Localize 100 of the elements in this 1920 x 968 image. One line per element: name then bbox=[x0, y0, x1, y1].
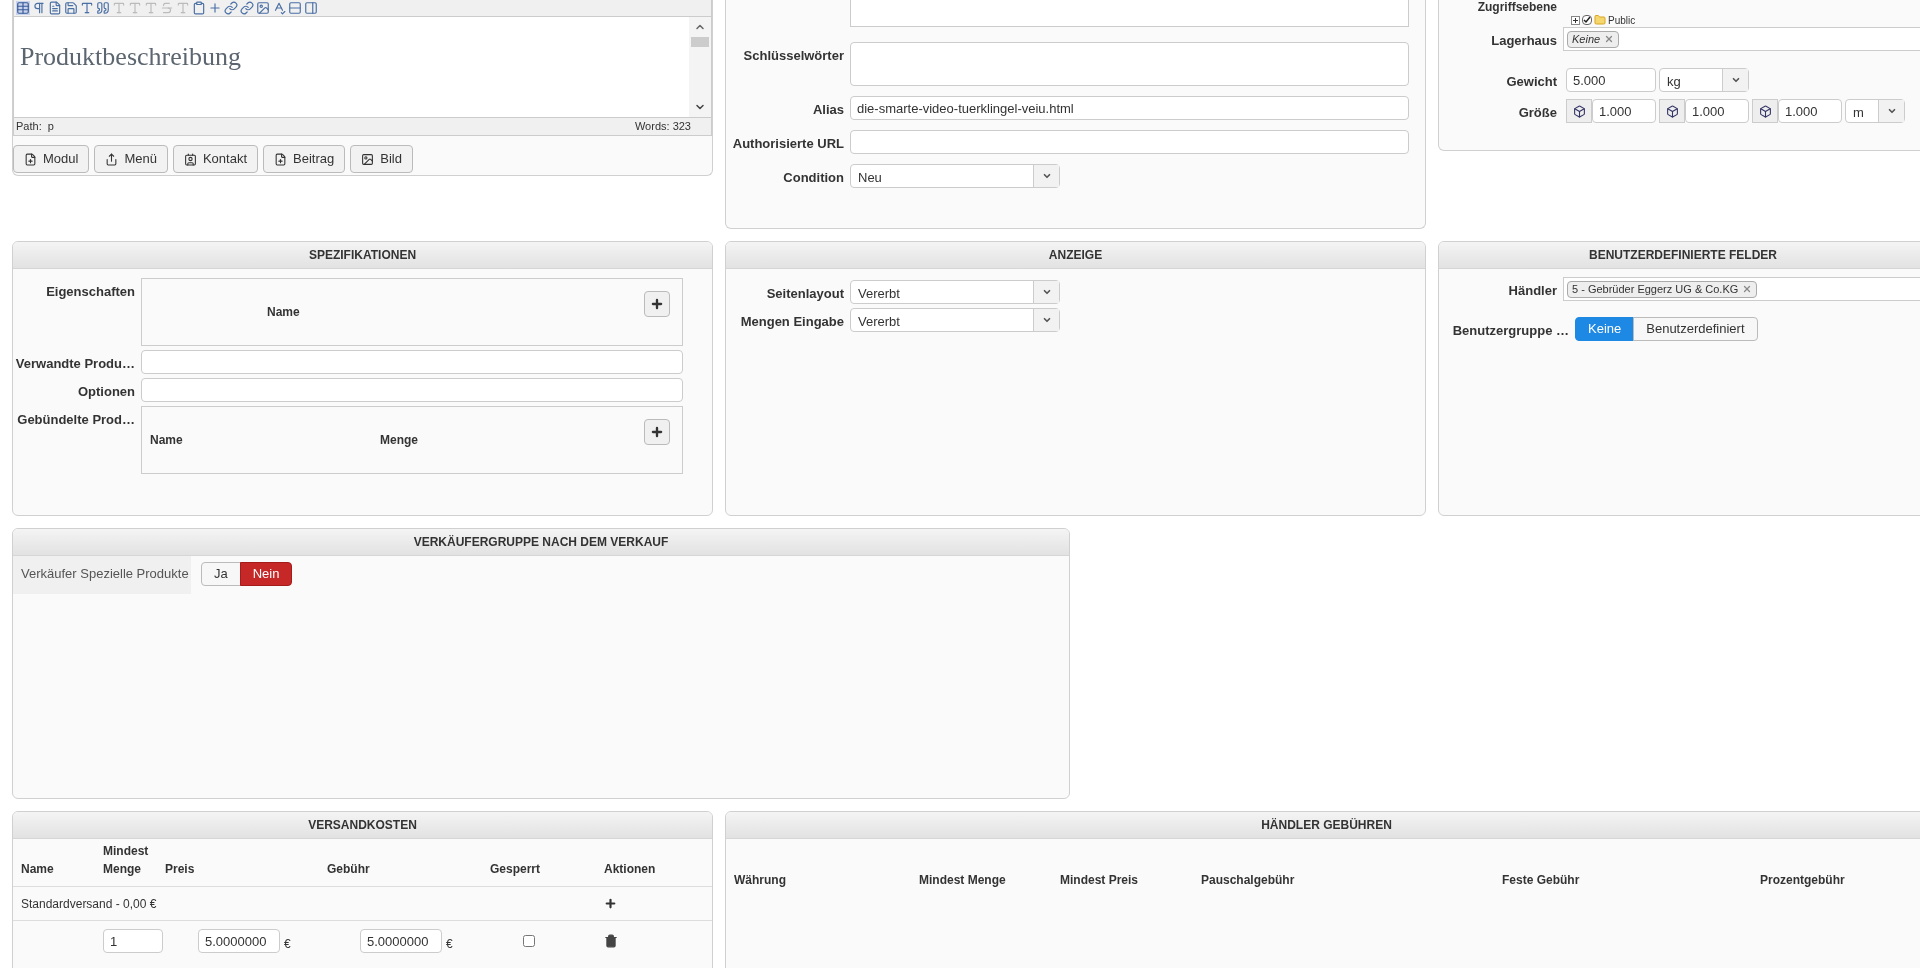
toolbar-icon[interactable] bbox=[32, 1, 46, 15]
field-label: Alias bbox=[811, 101, 845, 119]
toggle-option[interactable]: Benutzerdefiniert bbox=[1633, 317, 1758, 341]
field-label: Lagerhaus bbox=[1490, 32, 1558, 50]
column-header: Aktionen bbox=[604, 861, 657, 878]
toolbar-icon[interactable] bbox=[96, 1, 110, 15]
tag: Keine bbox=[1567, 30, 1620, 48]
caret-icon bbox=[1886, 106, 1897, 116]
check-icon bbox=[1583, 16, 1591, 24]
input-field[interactable]: 5.0000000 bbox=[198, 929, 280, 953]
toggle-option[interactable]: Ja bbox=[201, 562, 241, 586]
column-header: Mindest Preis bbox=[1060, 872, 1140, 889]
field-label: Verkäufer Spezielle Produkte bbox=[13, 556, 191, 594]
trash-icon[interactable] bbox=[604, 934, 618, 948]
plus-icon bbox=[650, 425, 664, 439]
column-header: Mindest Menge bbox=[103, 843, 150, 878]
select-field[interactable]: kg bbox=[1659, 68, 1749, 92]
toolbar-icon[interactable] bbox=[272, 1, 286, 15]
insert-button[interactable]: Kontakt bbox=[172, 145, 259, 173]
toolbar-icon[interactable] bbox=[224, 1, 238, 15]
field-label: Authorisierte URL bbox=[731, 135, 845, 153]
tree-checkbox[interactable] bbox=[1582, 15, 1592, 25]
select-field[interactable]: Vererbt bbox=[850, 280, 1060, 304]
add-button[interactable] bbox=[644, 419, 670, 445]
column-header: Menge bbox=[380, 432, 418, 449]
toggle-option[interactable]: Keine bbox=[1575, 317, 1635, 341]
toolbar-icon[interactable] bbox=[288, 1, 302, 15]
panel-header: HÄNDLER GEBÜHREN bbox=[726, 812, 1920, 839]
column-header: Gebühr bbox=[327, 861, 371, 878]
folder-icon bbox=[1594, 14, 1606, 26]
word-count: Words: 323 bbox=[634, 119, 691, 135]
field-label: Eigenschaften bbox=[45, 283, 136, 301]
column-header: Pauschalgebühr bbox=[1201, 872, 1296, 889]
button-icon bbox=[361, 152, 375, 166]
column-header: Mindest Menge bbox=[919, 872, 1007, 889]
input-field[interactable]: 5.0000000 bbox=[360, 929, 442, 953]
insert-button[interactable]: Modul bbox=[13, 145, 90, 173]
tree-label[interactable]: Public bbox=[1608, 12, 1636, 28]
path-value: p bbox=[47, 119, 54, 135]
select-field[interactable]: Neu bbox=[850, 164, 1060, 188]
tag-field[interactable]: Keine bbox=[1563, 27, 1920, 51]
scrollbar[interactable] bbox=[689, 17, 711, 117]
textarea-field[interactable] bbox=[850, 0, 1409, 27]
field-label: Condition bbox=[782, 169, 845, 187]
remove-icon[interactable] bbox=[1604, 34, 1615, 44]
input-field[interactable]: 1.000 bbox=[1592, 99, 1656, 123]
currency: € bbox=[446, 936, 453, 953]
toggle-option[interactable]: Nein bbox=[239, 562, 293, 586]
input-field[interactable]: 1 bbox=[103, 929, 163, 953]
add-icon[interactable] bbox=[604, 897, 617, 910]
input-field[interactable]: 1.000 bbox=[1685, 99, 1749, 123]
input-field[interactable] bbox=[850, 130, 1409, 154]
select-field[interactable]: Vererbt bbox=[850, 308, 1060, 332]
caret-icon bbox=[1041, 287, 1052, 297]
field-label: Mengen Eingabe bbox=[739, 313, 845, 331]
expand-icon[interactable] bbox=[1571, 15, 1580, 25]
remove-icon[interactable] bbox=[1742, 284, 1753, 294]
column-header: Name bbox=[21, 861, 55, 878]
input-field[interactable]: 5.000 bbox=[1566, 68, 1656, 92]
input-field[interactable]: 1.000 bbox=[1778, 99, 1842, 123]
input-field[interactable]: die-smarte-video-tuerklingel-veiu.html bbox=[850, 96, 1409, 120]
toolbar-icon[interactable] bbox=[304, 1, 318, 15]
column-header: Preis bbox=[165, 861, 196, 878]
toolbar-icon[interactable] bbox=[256, 1, 270, 15]
cube-icon bbox=[1758, 104, 1772, 118]
toolbar-icon[interactable] bbox=[80, 1, 94, 15]
column-header: Gesperrt bbox=[490, 861, 542, 878]
input-field[interactable] bbox=[141, 350, 683, 374]
select-field[interactable]: m bbox=[1845, 99, 1905, 123]
column-header: Feste Gebühr bbox=[1502, 872, 1581, 889]
scrollbar-thumb[interactable] bbox=[691, 37, 709, 47]
cube-icon bbox=[1572, 104, 1586, 118]
field-label: Seitenlayout bbox=[765, 285, 845, 303]
panel-header: VERKÄUFERGRUPPE NACH DEM VERKAUF bbox=[13, 529, 1069, 556]
field-label: Händler bbox=[1507, 282, 1558, 300]
path-label: Path: bbox=[16, 119, 42, 135]
caret-icon bbox=[1730, 75, 1741, 85]
textarea-field[interactable] bbox=[850, 42, 1409, 86]
panel-header: SPEZIFIKATIONEN bbox=[13, 242, 712, 269]
currency: € bbox=[284, 936, 291, 953]
toolbar-icon[interactable] bbox=[48, 1, 62, 15]
button-icon bbox=[24, 152, 37, 166]
tag-field[interactable]: 5 - Gebrüder Eggerz UG & Co.KG bbox=[1563, 277, 1920, 301]
insert-button[interactable]: Bild bbox=[350, 145, 413, 173]
field-label: Optionen bbox=[76, 383, 136, 401]
column-header: Name bbox=[267, 304, 300, 321]
field-label: Schlüsselwörter bbox=[742, 47, 845, 65]
panel-header: ANZEIGE bbox=[726, 242, 1425, 269]
toolbar-icon[interactable] bbox=[192, 1, 206, 15]
button-icon bbox=[274, 152, 288, 166]
locked-checkbox[interactable] bbox=[523, 935, 535, 947]
input-field[interactable] bbox=[141, 378, 683, 402]
insert-button[interactable]: Menü bbox=[94, 145, 168, 173]
toolbar-icon[interactable] bbox=[64, 1, 78, 15]
add-button[interactable] bbox=[644, 291, 670, 317]
field-label: Gebündelte Prod… bbox=[16, 411, 136, 429]
toolbar-icon[interactable] bbox=[208, 1, 222, 15]
toolbar-icon[interactable] bbox=[16, 1, 30, 15]
insert-button[interactable]: Beitrag bbox=[263, 145, 346, 173]
toolbar-icon[interactable] bbox=[240, 1, 254, 15]
